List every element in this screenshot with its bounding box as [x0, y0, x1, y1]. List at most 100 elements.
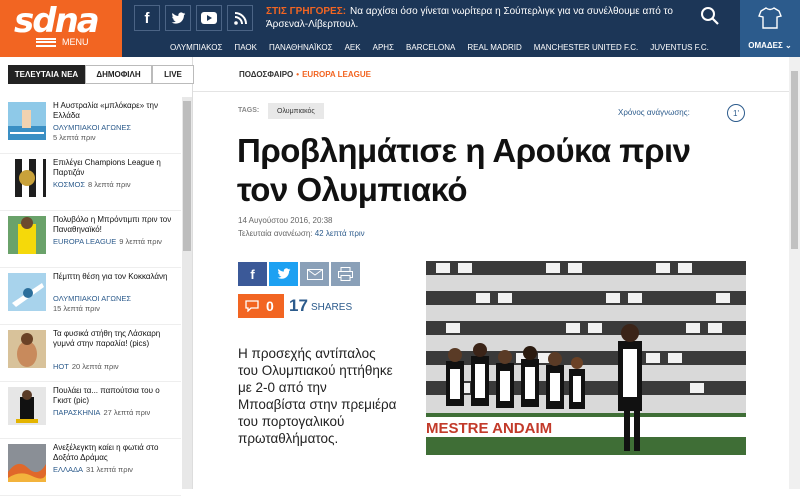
nav-item-juventus[interactable]: JUVENTUS F.C. [650, 43, 709, 52]
sidebar-tabs: ΤΕΛΕΥΤΑΙΑ ΝΕΑ ΔΗΜΟΦΙΛΗ LIVE [8, 65, 194, 84]
share-email-button[interactable] [300, 262, 329, 286]
updated-label: Τελευταία ανανέωση: [238, 229, 313, 238]
list-item[interactable]: Πουλάει τα... παπούτσια του ο Γκιστ (pic… [0, 382, 181, 439]
sidebar-scrollbar[interactable] [182, 97, 192, 489]
news-meta: ΟΛΥΜΠΙΑΚΟΙ ΑΓΩΝΕΣ [53, 294, 131, 303]
news-title[interactable]: Η Αυστραλία «μπλόκαρε» την Ελλάδα [53, 101, 178, 121]
site-logo[interactable]: sdna [14, 1, 100, 41]
news-category[interactable]: EUROPA LEAGUE [53, 237, 116, 246]
divider [193, 91, 789, 92]
twitter-icon[interactable] [165, 5, 191, 31]
nav-item-olympiacos[interactable]: ΟΛΥΜΠΙΑΚΟΣ [170, 43, 222, 52]
facebook-icon[interactable]: f [134, 5, 160, 31]
share-twitter-button[interactable] [269, 262, 298, 286]
menu-button[interactable]: MENU [36, 37, 89, 47]
page-scrollbar[interactable] [789, 57, 800, 489]
nav-item-aek[interactable]: ΑΕΚ [345, 43, 361, 52]
breaking-label: ΣΤΙΣ ΓΡΗΓΟΡΕΣ: [266, 6, 347, 17]
news-thumbnail[interactable] [8, 216, 46, 254]
list-item[interactable]: Ανεξέλεγκτη καίει η φωτιά στο Δοξάτο Δρά… [0, 439, 181, 496]
news-title[interactable]: Πέμπτη θέση για τον Κοκκαλάνη [53, 272, 178, 282]
nav-item-manchester-united[interactable]: MANCHESTER UNITED F.C. [534, 43, 638, 52]
read-time-label: Χρόνος ανάγνωσης: [618, 108, 690, 117]
news-category[interactable]: HOT [53, 362, 69, 371]
main-nav: ΟΛΥΜΠΙΑΚΟΣ ΠΑΟΚ ΠΑΝΑΘΗΝΑΪΚΟΣ ΑΕΚ ΑΡΗΣ BA… [170, 43, 709, 52]
page-scroll-thumb[interactable] [791, 71, 798, 249]
tags-label: TAGS: [238, 107, 260, 114]
nav-item-barcelona[interactable]: BARCELONA [406, 43, 455, 52]
page-title: Προβλημάτισε η Αρούκα πριν τον Ολυμπιακό [237, 132, 691, 208]
twitter-icon [277, 268, 290, 279]
print-button[interactable] [331, 262, 360, 286]
hamburger-icon [36, 37, 56, 47]
shares-count: 17 [289, 296, 308, 315]
search-icon[interactable] [699, 5, 725, 29]
logo-area[interactable]: sdna MENU [0, 0, 122, 57]
list-item[interactable]: Πολυβόλο η Μπρόντιμπι πριν τον Παναθηναϊ… [0, 211, 181, 268]
comments-count: 0 [266, 298, 274, 314]
news-title[interactable]: Πουλάει τα... παπούτσια του ο Γκιστ (pic… [53, 386, 178, 406]
breadcrumb-section[interactable]: ΠΟΔΟΣΦΑΙΡΟ [239, 70, 293, 79]
article-lead: Η προσεχής αντίπαλος του Ολυμπιακού ηττή… [238, 346, 397, 446]
news-category[interactable]: ΠΑΡΑΣΚΗΝΙΑ [53, 408, 100, 417]
photo-banner-text: MESTRE ANDAIM [426, 420, 552, 437]
news-thumbnail[interactable] [8, 387, 46, 425]
news-category[interactable]: ΕΛΛΑΔΑ [53, 465, 83, 474]
news-meta: ΚΟΣΜΟΣ 8 λεπτά πριν [53, 180, 131, 189]
news-time: 9 λεπτά πριν [119, 237, 162, 246]
news-time: 8 λεπτά πριν [87, 180, 131, 189]
nav-item-aris[interactable]: ΑΡΗΣ [373, 43, 394, 52]
rss-icon[interactable] [227, 5, 253, 31]
nav-item-panathinaikos[interactable]: ΠΑΝΑΘΗΝΑΪΚΟΣ [269, 43, 333, 52]
share-facebook-button[interactable]: f [238, 262, 267, 286]
news-meta: EUROPA LEAGUE 9 λεπτά πριν [53, 237, 162, 246]
news-time: 31 λεπτά πριν [86, 465, 133, 474]
news-title[interactable]: Ανεξέλεγκτη καίει η φωτιά στο Δοξάτο Δρά… [53, 443, 178, 463]
breaking-news[interactable]: ΣΤΙΣ ΓΡΗΓΟΡΕΣ: Να αρχίσει όσο γίνεται νωρ… [266, 5, 696, 31]
list-item[interactable]: Επιλέγει Champions League η Παρτιζάν ΚΟΣ… [0, 154, 181, 211]
news-thumbnail[interactable] [8, 159, 46, 197]
news-time: 15 λεπτά πριν [53, 304, 100, 313]
nav-item-real-madrid[interactable]: REAL MADRID [467, 43, 521, 52]
list-item[interactable]: Η Αυστραλία «μπλόκαρε» την Ελλάδα ΟΛΥΜΠΙ… [0, 97, 181, 154]
printer-icon [338, 267, 353, 281]
updated-value: 42 λεπτά πριν [314, 229, 365, 238]
news-title[interactable]: Επιλέγει Champions League η Παρτιζάν [53, 158, 178, 178]
news-category[interactable]: ΟΛΥΜΠΙΑΚΟΙ ΑΓΩΝΕΣ [53, 294, 131, 303]
list-item[interactable]: Τα φυσικά στήθη της Λάσκαρη γυμνά στην π… [0, 325, 181, 382]
envelope-icon [306, 268, 323, 280]
teams-button[interactable]: ΟΜΑΔΕΣ ⌄ [740, 0, 800, 57]
news-thumbnail[interactable] [8, 273, 46, 311]
breadcrumb-separator: • [296, 70, 300, 79]
youtube-icon[interactable] [196, 5, 222, 31]
list-item[interactable]: Πέμπτη θέση για τον Κοκκαλάνη ΟΛΥΜΠΙΑΚΟΙ… [0, 268, 181, 325]
news-thumbnail[interactable] [8, 444, 46, 482]
last-updated: Τελευταία ανανέωση: 42 λεπτά πριν [238, 229, 365, 238]
news-meta: HOT 20 λεπτά πριν [53, 362, 119, 371]
comments-button[interactable]: 0 [238, 294, 284, 318]
publish-date: 14 Αυγούστου 2016, 20:38 [238, 216, 333, 225]
news-time: 27 λεπτά πριν [103, 408, 151, 417]
news-thumbnail[interactable] [8, 330, 46, 368]
site-header: sdna MENU f ΣΤΙΣ ΓΡΗΓΟΡΕΣ: Να αρχίσει όσο… [0, 0, 800, 57]
news-category[interactable]: ΚΟΣΜΟΣ [53, 180, 85, 189]
news-title[interactable]: Πολυβόλο η Μπρόντιμπι πριν τον Παναθηναϊ… [53, 215, 178, 235]
news-time: 5 λεπτά πριν [53, 133, 96, 142]
menu-label: MENU [62, 37, 89, 47]
news-list: Η Αυστραλία «μπλόκαρε» την Ελλάδα ΟΛΥΜΠΙ… [0, 97, 181, 496]
tab-live[interactable]: LIVE [152, 65, 194, 84]
comment-icon [245, 300, 259, 312]
news-thumbnail[interactable] [8, 102, 46, 140]
read-time-badge: 1' [727, 104, 745, 122]
news-meta-time: 5 λεπτά πριν [53, 133, 96, 142]
article-photo[interactable]: MESTRE ANDAIM [426, 261, 746, 455]
tab-latest-news[interactable]: ΤΕΛΕΥΤΑΙΑ ΝΕΑ [8, 65, 85, 84]
news-title[interactable]: Τα φυσικά στήθη της Λάσκαρη γυμνά στην π… [53, 329, 178, 349]
sidebar-scroll-thumb[interactable] [183, 101, 191, 251]
breadcrumb-category[interactable]: EUROPA LEAGUE [302, 70, 371, 79]
teams-label: ΟΜΑΔΕΣ ⌄ [748, 41, 792, 50]
news-category[interactable]: ΟΛΥΜΠΙΑΚΟΙ ΑΓΩΝΕΣ [53, 123, 131, 132]
tab-popular[interactable]: ΔΗΜΟΦΙΛΗ [85, 65, 152, 84]
nav-item-paok[interactable]: ΠΑΟΚ [234, 43, 257, 52]
tag-olympiacos[interactable]: Ολυμπιακός [268, 103, 324, 119]
